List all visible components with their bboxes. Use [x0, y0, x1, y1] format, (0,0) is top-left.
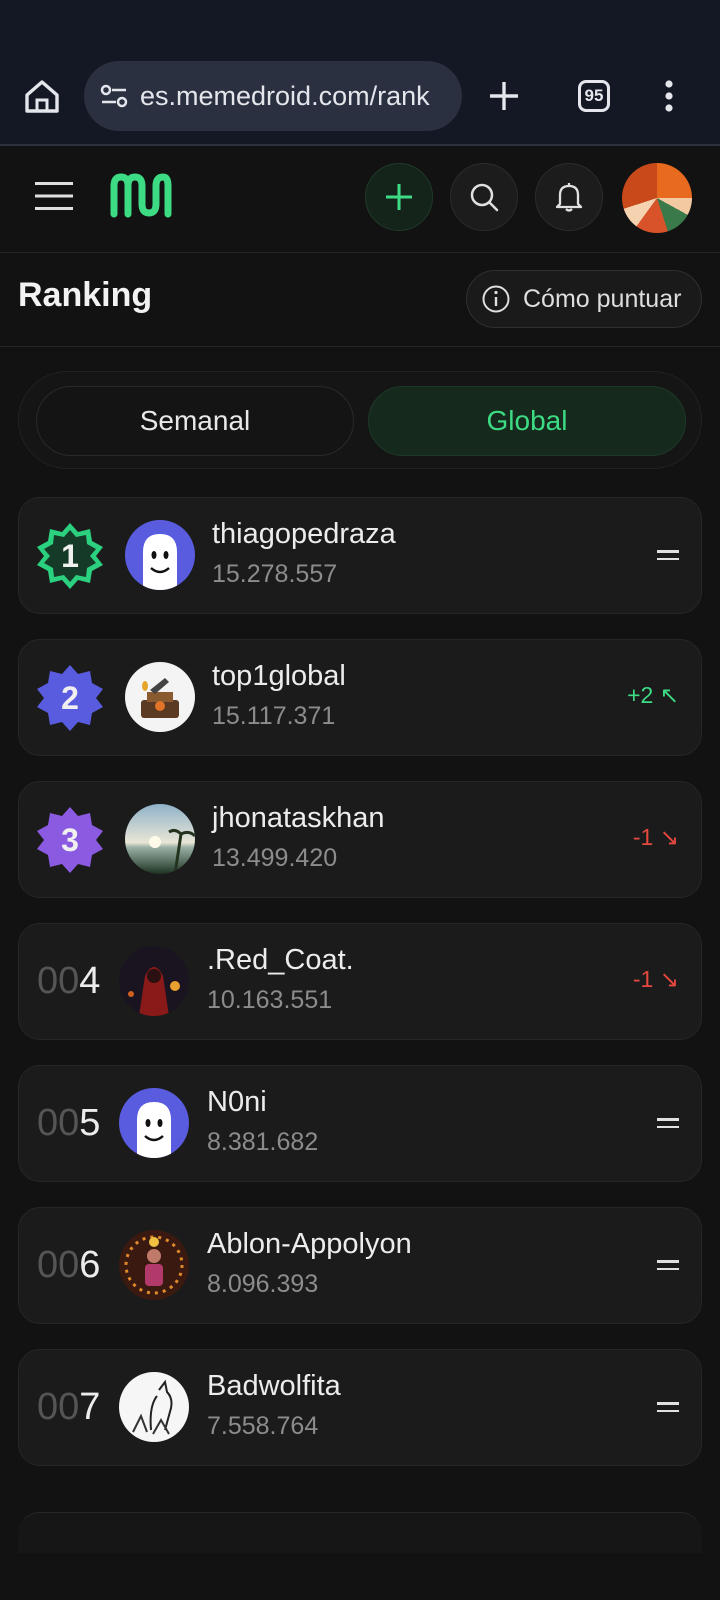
- rank-number: 1: [61, 537, 79, 574]
- search-icon: [470, 183, 499, 212]
- rank-number: 005: [37, 1102, 101, 1144]
- avatar[interactable]: [119, 1230, 189, 1300]
- rank-number: 2: [61, 679, 79, 716]
- username[interactable]: .Red_Coat.: [207, 944, 354, 977]
- avatar[interactable]: [125, 804, 195, 874]
- score: 7.558.764: [207, 1412, 319, 1440]
- no-change-icon: [657, 1402, 679, 1414]
- how-to-score-button[interactable]: Cómo puntuar: [466, 270, 702, 328]
- ranking-row[interactable]: 1 thiagopedraza 15.278.557: [18, 497, 702, 614]
- browser-toolbar: es.memedroid.com/rank 95: [0, 0, 720, 146]
- tab-switcher-button[interactable]: 95: [578, 80, 610, 112]
- search-button[interactable]: [450, 163, 518, 231]
- username[interactable]: thiagopedraza: [212, 518, 396, 551]
- site-settings-icon[interactable]: [98, 80, 130, 112]
- rank-number: 006: [37, 1244, 101, 1286]
- memedroid-logo[interactable]: [108, 172, 172, 218]
- score: 10.163.551: [207, 986, 333, 1014]
- no-change-icon: [657, 1118, 679, 1130]
- username[interactable]: N0ni: [207, 1086, 267, 1119]
- rank-number: 007: [37, 1386, 101, 1428]
- score: 15.117.371: [212, 702, 336, 730]
- menu-icon[interactable]: [35, 182, 73, 210]
- avatar[interactable]: [119, 946, 189, 1016]
- rank-change-down: -1 ↘: [632, 824, 679, 850]
- no-change-icon: [657, 550, 679, 562]
- rank-badge-bronze: 3: [35, 805, 105, 875]
- username[interactable]: Ablon-Appolyon: [207, 1228, 412, 1261]
- avatar[interactable]: [125, 662, 195, 732]
- address-bar[interactable]: es.memedroid.com/rank: [84, 61, 462, 131]
- notifications-button[interactable]: [535, 163, 603, 231]
- score: 13.499.420: [212, 844, 338, 872]
- score: 15.278.557: [212, 560, 338, 588]
- ranking-row[interactable]: 007 Badwolfita 7.558.764: [18, 1349, 702, 1466]
- user-avatar[interactable]: [622, 163, 692, 233]
- username[interactable]: jhonataskhan: [212, 802, 385, 835]
- rank-badge-gold: 1: [35, 521, 105, 591]
- avatar[interactable]: [125, 520, 195, 590]
- info-icon: [482, 285, 510, 313]
- username[interactable]: top1global: [212, 660, 346, 693]
- add-post-button[interactable]: [365, 163, 433, 231]
- more-options-icon[interactable]: [664, 80, 674, 112]
- ranking-row[interactable]: 2 top1global 15.117.371 +2 ↖: [18, 639, 702, 756]
- rank-badge-silver: 2: [35, 663, 105, 733]
- how-to-score-label: Cómo puntuar: [523, 284, 682, 313]
- new-tab-icon[interactable]: [488, 80, 520, 112]
- app-header: [0, 146, 720, 253]
- username[interactable]: Badwolfita: [207, 1370, 341, 1403]
- tab-global[interactable]: Global: [368, 386, 686, 456]
- tab-weekly[interactable]: Semanal: [36, 386, 354, 456]
- page-title-row: Ranking Cómo puntuar: [0, 252, 720, 347]
- rank-change-up: +2 ↖: [627, 682, 679, 708]
- score: 8.381.682: [207, 1128, 319, 1156]
- avatar[interactable]: [119, 1372, 189, 1442]
- rank-number: 3: [61, 821, 79, 858]
- url-text[interactable]: es.memedroid.com/rank: [140, 81, 430, 112]
- plus-icon: [386, 184, 412, 210]
- no-change-icon: [657, 1260, 679, 1272]
- rank-change-down: -1 ↘: [632, 966, 679, 992]
- ranking-row[interactable]: 005 N0ni 8.381.682: [18, 1065, 702, 1182]
- next-ranking-row-partial: [18, 1512, 702, 1553]
- ranking-row[interactable]: 006 Ablon-Appolyon 8.096.393: [18, 1207, 702, 1324]
- tab-count: 95: [584, 86, 604, 105]
- bell-icon: [555, 183, 583, 212]
- ranking-row[interactable]: 004 .Red_Coat. 10.163.551 -1 ↘: [18, 923, 702, 1040]
- rank-number: 004: [37, 960, 101, 1002]
- home-icon[interactable]: [22, 76, 62, 116]
- ranking-period-tabs: Semanal Global: [18, 371, 702, 469]
- score: 8.096.393: [207, 1270, 319, 1298]
- page-title: Ranking: [18, 276, 153, 314]
- avatar[interactable]: [119, 1088, 189, 1158]
- ranking-row[interactable]: 3 jhonataskhan 13.499.420 -1 ↘: [18, 781, 702, 898]
